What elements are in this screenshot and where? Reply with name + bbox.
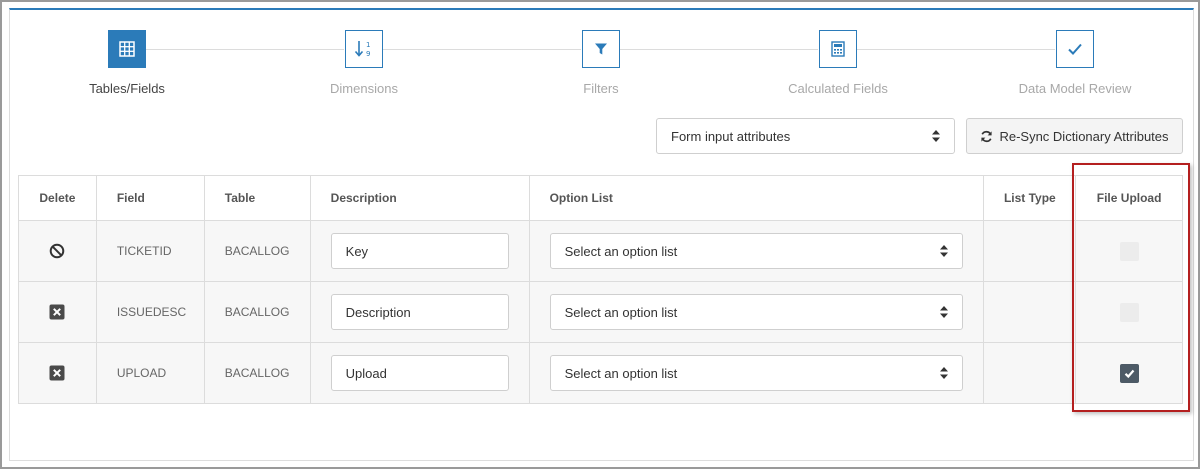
table-cell: BACALLOG — [203, 342, 311, 404]
file-upload-cell — [1075, 342, 1183, 404]
step-label-data-model-review: Data Model Review — [1018, 81, 1132, 96]
table-cell: BACALLOG — [203, 281, 311, 343]
stepper-line — [383, 49, 581, 50]
header-delete: Delete — [18, 175, 97, 221]
resync-dictionary-label: Re-Sync Dictionary Attributes — [999, 128, 1169, 144]
fields-table: Delete Field Table Description Option Li… — [18, 175, 1183, 404]
option-list-cell: Select an option list — [528, 281, 985, 343]
description-input-value: Upload — [345, 365, 387, 381]
file-upload-checkbox[interactable] — [1119, 241, 1139, 261]
description-input[interactable]: Description — [330, 294, 509, 330]
attribute-type-select-value: Form input attributes — [671, 128, 791, 144]
step-label-tables-fields: Tables/Fields — [89, 81, 165, 96]
header-field: Field — [95, 175, 205, 221]
step-tables-fields[interactable] — [108, 30, 146, 68]
checkmark-icon — [1068, 43, 1082, 55]
stepper-line — [857, 49, 1055, 50]
delete-cell — [18, 281, 97, 343]
option-list-select-value: Select an option list — [564, 365, 678, 381]
step-data-model-review[interactable] — [1056, 30, 1094, 68]
header-list-type: List Type — [983, 175, 1077, 221]
delete-x-icon[interactable] — [49, 365, 65, 381]
table-header-row: Delete Field Table Description Option Li… — [18, 175, 1183, 221]
filter-icon — [595, 43, 607, 55]
header-option-list: Option List — [528, 175, 985, 221]
svg-text:9: 9 — [366, 50, 370, 58]
delete-cell — [18, 220, 97, 282]
step-label-dimensions: Dimensions — [330, 81, 398, 96]
option-list-select-value: Select an option list — [564, 304, 678, 320]
description-input-value: Description — [345, 304, 411, 320]
option-list-cell: Select an option list — [528, 220, 985, 282]
table-grid-icon — [119, 41, 135, 57]
attribute-type-select[interactable]: Form input attributes — [656, 118, 955, 154]
option-list-cell: Select an option list — [528, 342, 985, 404]
svg-text:1: 1 — [366, 41, 370, 49]
field-cell: ISSUEDESC — [95, 281, 205, 343]
file-upload-cell — [1075, 281, 1183, 343]
file-upload-cell — [1075, 220, 1183, 282]
list-type-cell — [983, 220, 1077, 282]
option-list-select[interactable]: Select an option list — [549, 355, 963, 391]
calculator-icon — [831, 41, 845, 57]
delete-x-icon[interactable] — [49, 304, 65, 320]
checkmark-icon — [1124, 369, 1134, 378]
description-cell: Description — [309, 281, 530, 343]
step-label-calculated-fields: Calculated Fields — [788, 81, 888, 96]
blocked-icon — [50, 243, 65, 259]
table-row: ISSUEDESC BACALLOG Description Select an… — [18, 281, 1183, 343]
header-file-upload: File Upload — [1075, 175, 1183, 221]
list-type-cell — [983, 342, 1077, 404]
header-description: Description — [309, 175, 530, 221]
table-row: TICKETID BACALLOG Key Select an option l… — [18, 220, 1183, 282]
select-arrows-icon — [939, 367, 948, 379]
description-input[interactable]: Upload — [330, 355, 509, 391]
option-list-select-value: Select an option list — [564, 243, 678, 259]
step-calculated-fields[interactable] — [819, 30, 857, 68]
description-input-value: Key — [345, 243, 369, 259]
delete-cell — [18, 342, 97, 404]
field-cell: TICKETID — [95, 220, 205, 282]
file-upload-checkbox[interactable] — [1119, 302, 1139, 322]
step-filters[interactable] — [582, 30, 620, 68]
select-arrows-icon — [939, 306, 948, 318]
refresh-icon — [981, 130, 993, 142]
description-cell: Key — [309, 220, 530, 282]
option-list-select[interactable]: Select an option list — [549, 233, 963, 269]
stepper-line — [146, 49, 344, 50]
description-input[interactable]: Key — [330, 233, 509, 269]
header-table: Table — [203, 175, 311, 221]
step-label-filters: Filters — [583, 81, 619, 96]
sort-numeric-icon: 1 9 — [354, 41, 370, 58]
description-cell: Upload — [309, 342, 530, 404]
list-type-cell — [983, 281, 1077, 343]
select-arrows-icon — [939, 245, 948, 257]
field-cell: UPLOAD — [95, 342, 205, 404]
option-list-select[interactable]: Select an option list — [549, 294, 963, 330]
step-dimensions[interactable]: 1 9 — [345, 30, 383, 68]
resync-dictionary-button[interactable]: Re-Sync Dictionary Attributes — [966, 118, 1183, 154]
stepper-line — [620, 49, 818, 50]
table-row: UPLOAD BACALLOG Upload Select an option … — [18, 342, 1183, 404]
select-arrows-icon — [932, 130, 940, 142]
file-upload-checkbox[interactable] — [1119, 363, 1139, 383]
table-cell: BACALLOG — [203, 220, 311, 282]
